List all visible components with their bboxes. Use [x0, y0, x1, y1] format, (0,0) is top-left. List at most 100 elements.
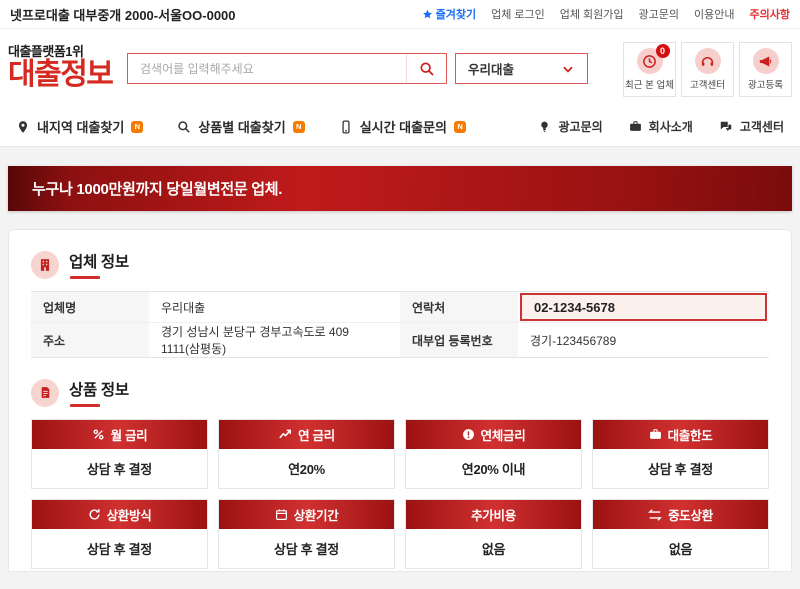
new-badge: N: [293, 121, 305, 133]
lightbulb-icon: [538, 120, 551, 133]
address-label: 주소: [31, 323, 149, 357]
product-info-title: 상품 정보: [69, 378, 129, 407]
customer-center-button[interactable]: 고객센터: [681, 42, 734, 97]
detail-card: 업체 정보 업체명 우리대출 연락처 02-1234-5678 주소 경기 성남…: [8, 229, 792, 572]
quick-icons: 0 최근 본 업체 고객센터 광고등록: [623, 42, 792, 97]
category-selected-value: 우리대출: [468, 59, 514, 78]
main-nav: 내지역 대출찾기 N 상품별 대출찾기 N 실시간 대출문의 N: [0, 107, 800, 147]
product-card-value: 연20%: [219, 449, 394, 488]
search-box: [127, 53, 447, 84]
search-input[interactable]: [128, 62, 406, 76]
product-card-repayment-period: 상환기간 상담 후 결정: [218, 499, 395, 569]
recent-count-badge: 0: [656, 44, 670, 58]
chat-bubbles-icon: [719, 120, 733, 134]
content-area: 누구나 1000만원까지 당일월변전문 업체. 업체 정보 업체명 우리대출 연…: [0, 147, 800, 589]
product-card-label: 대출한도: [668, 425, 713, 444]
map-pin-icon: [16, 120, 30, 134]
nav-left: 내지역 대출찾기 N 상품별 대출찾기 N 실시간 대출문의 N: [16, 117, 466, 136]
nav-product-loans[interactable]: 상품별 대출찾기 N: [177, 117, 304, 136]
address-value: 경기 성남시 분당구 경부고속도로 409 1111(삼평동): [149, 323, 400, 357]
header: 대출플랫폼1위 대출정보 우리대출 0 최근 본 업체: [0, 29, 800, 107]
alert-circle-icon: [462, 428, 475, 441]
refresh-icon: [88, 508, 101, 521]
exchange-arrows-icon: [648, 508, 662, 522]
product-card-label: 추가비용: [471, 505, 516, 524]
percent-icon: [92, 428, 105, 441]
headset-icon: [695, 48, 721, 74]
product-card-repayment-method: 상환방식 상담 후 결정: [31, 499, 208, 569]
nav-company-intro[interactable]: 회사소개: [629, 118, 693, 135]
page: 넷프로대출 대부중개 2000-서울OO-0000 즐겨찾기 업체 로그인 업체…: [0, 0, 800, 589]
product-card-label: 상환기간: [294, 505, 339, 524]
caution-link[interactable]: 주의사항: [750, 6, 790, 22]
site-logo[interactable]: 대출플랫폼1위 대출정보: [8, 45, 126, 90]
product-card-value: 없음: [593, 529, 768, 568]
company-name-label: 업체명: [31, 292, 149, 323]
contact-label: 연락처: [400, 292, 518, 323]
briefcase-icon: [629, 120, 642, 133]
topbar-links: 즐겨찾기 업체 로그인 업체 회원가입 광고문의 이용안내 주의사항: [422, 6, 790, 22]
company-info-title: 업체 정보: [69, 250, 129, 279]
chart-icon: [278, 428, 292, 442]
search-icon: [177, 120, 191, 134]
login-link[interactable]: 업체 로그인: [491, 6, 545, 22]
product-card-value: 없음: [406, 529, 581, 568]
guide-link[interactable]: 이용안내: [694, 6, 734, 22]
product-card-label: 상환방식: [107, 505, 152, 524]
product-card-label: 중도상환: [668, 505, 713, 524]
logo-tagline: 대출플랫폼1위: [8, 45, 126, 59]
search-icon: [419, 61, 435, 77]
recent-companies-label: 최근 본 업체: [625, 77, 674, 91]
briefcase-icon: [649, 428, 662, 441]
topbar: 넷프로대출 대부중개 2000-서울OO-0000 즐겨찾기 업체 로그인 업체…: [0, 0, 800, 29]
company-info-header: 업체 정보: [31, 250, 769, 279]
product-card-label: 연 금리: [298, 425, 335, 444]
product-card-label: 연체금리: [481, 425, 526, 444]
star-icon: [422, 9, 433, 20]
new-badge: N: [131, 121, 143, 133]
favorite-link[interactable]: 즐겨찾기: [422, 6, 476, 22]
product-card-label: 월 금리: [111, 425, 148, 444]
customer-center-label: 고객센터: [690, 77, 725, 91]
search-button[interactable]: [406, 54, 446, 83]
company-info-table: 업체명 우리대출 연락처 02-1234-5678 주소 경기 성남시 분당구 …: [31, 291, 769, 358]
product-card-value: 상담 후 결정: [593, 449, 768, 488]
product-card-value: 연20% 이내: [406, 449, 581, 488]
category-dropdown[interactable]: 우리대출: [455, 53, 588, 84]
logo-title: 대출정보: [8, 59, 126, 91]
contact-cell: 02-1234-5678: [518, 292, 769, 323]
product-card-extra-cost: 추가비용 없음: [405, 499, 582, 569]
site-title: 넷프로대출 대부중개 2000-서울OO-0000: [10, 5, 236, 24]
product-card-value: 상담 후 결정: [219, 529, 394, 568]
chevron-down-icon: [561, 62, 575, 76]
product-card-value: 상담 후 결정: [32, 529, 207, 568]
ad-register-button[interactable]: 광고등록: [739, 42, 792, 97]
registration-label: 대부업 등록번호: [400, 323, 518, 357]
product-card-early-repayment: 중도상환 없음: [592, 499, 769, 569]
building-icon: [31, 251, 59, 279]
product-card-monthly-rate: 월 금리 상담 후 결정: [31, 419, 208, 489]
nav-ad-inquiry[interactable]: 광고문의: [538, 118, 602, 135]
nav-realtime-inquiry[interactable]: 실시간 대출문의 N: [339, 117, 466, 136]
product-cards-grid: 월 금리 상담 후 결정 연 금리 연20%: [31, 419, 769, 569]
smartphone-icon: [339, 120, 353, 134]
contact-phone-highlight[interactable]: 02-1234-5678: [520, 293, 767, 321]
nav-customer-center[interactable]: 고객센터: [719, 118, 784, 135]
megaphone-icon: [753, 48, 779, 74]
promo-banner: 누구나 1000만원까지 당일월변전문 업체.: [8, 166, 792, 211]
ad-register-label: 광고등록: [748, 77, 783, 91]
clock-icon: 0: [637, 48, 663, 74]
company-name-value: 우리대출: [149, 292, 400, 323]
calendar-icon: [275, 508, 288, 521]
recent-companies-button[interactable]: 0 최근 본 업체: [623, 42, 676, 97]
product-card-loan-limit: 대출한도 상담 후 결정: [592, 419, 769, 489]
signup-link[interactable]: 업체 회원가입: [560, 6, 624, 22]
product-card-value: 상담 후 결정: [32, 449, 207, 488]
document-icon: [31, 379, 59, 407]
registration-value: 경기-123456789: [518, 323, 769, 357]
nav-region-loans[interactable]: 내지역 대출찾기 N: [16, 117, 143, 136]
new-badge: N: [454, 121, 466, 133]
product-card-overdue-rate: 연체금리 연20% 이내: [405, 419, 582, 489]
product-card-annual-rate: 연 금리 연20%: [218, 419, 395, 489]
ad-inquiry-link[interactable]: 광고문의: [639, 6, 679, 22]
